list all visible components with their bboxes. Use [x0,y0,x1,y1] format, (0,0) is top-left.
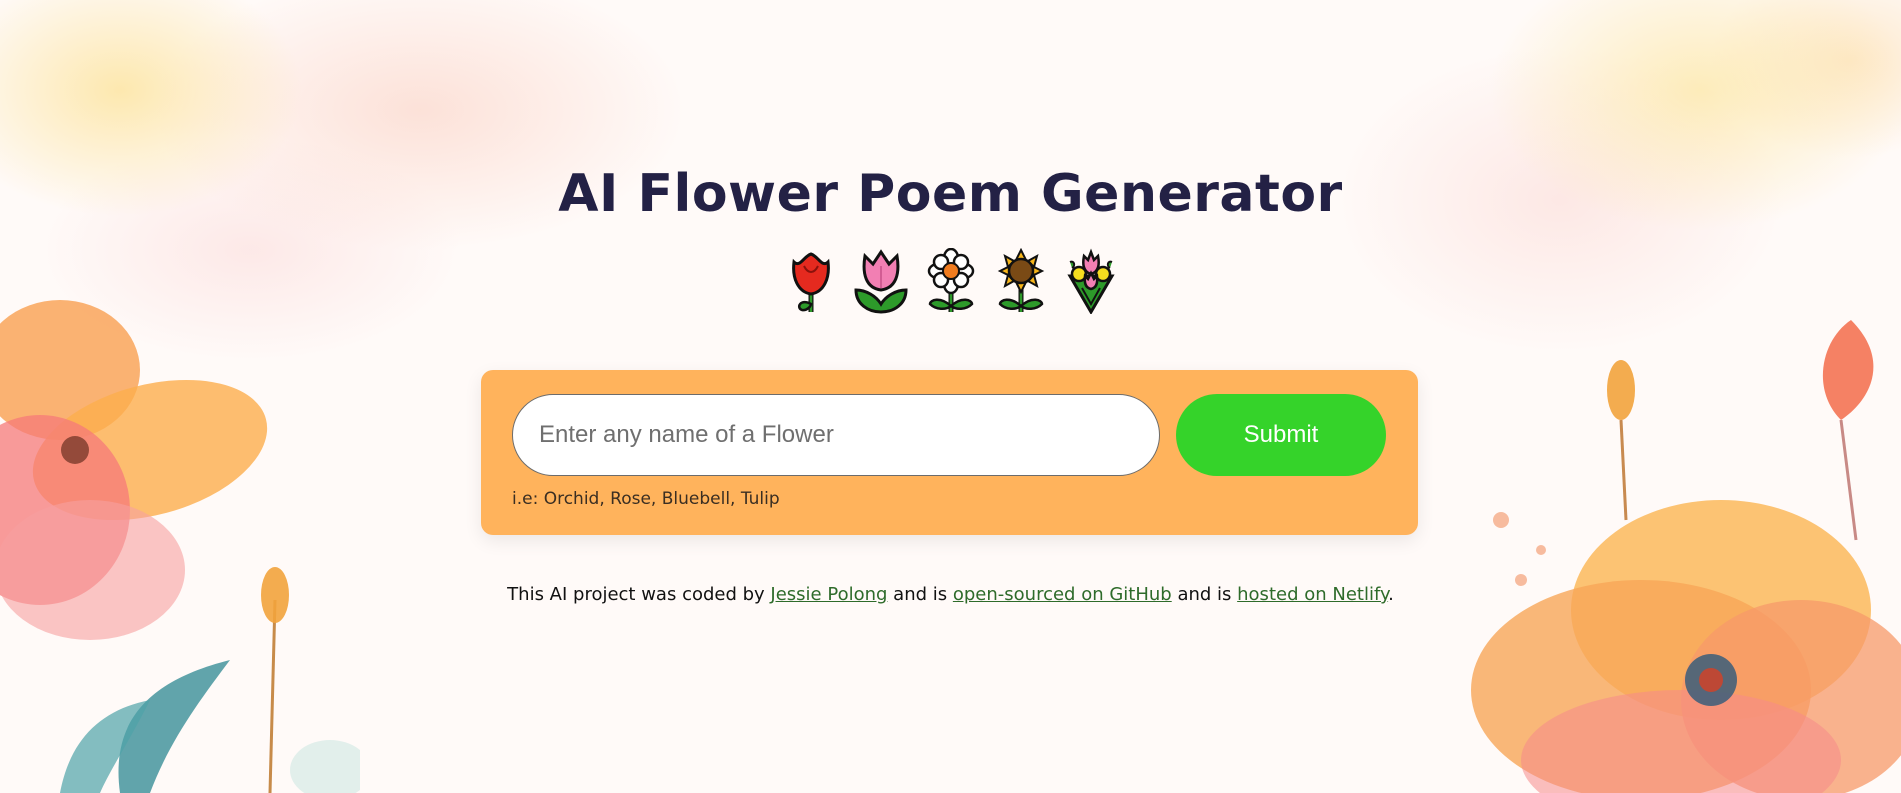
submit-button[interactable]: Submit [1176,394,1386,476]
tulip-icon [852,248,910,314]
page-title: AI Flower Poem Generator [558,164,1343,224]
flower-name-input[interactable] [512,394,1160,476]
sunflower-icon [992,247,1050,314]
footer: This AI project was coded by Jessie Polo… [0,584,1901,605]
author-link[interactable]: Jessie Polong [770,584,887,605]
flower-emoji-row [0,247,1901,315]
rose-icon [782,248,840,314]
footer-text-end: . [1388,584,1394,605]
bouquet-icon [1062,248,1120,315]
input-hint: i.e: Orchid, Rose, Bluebell, Tulip [512,489,780,509]
netlify-link[interactable]: hosted on Netlify [1237,584,1388,605]
footer-text-middle-2: and is [1171,584,1238,605]
github-link[interactable]: open-sourced on GitHub [953,584,1172,605]
footer-text-before: This AI project was coded by [507,584,771,605]
poem-form: Submit i.e: Orchid, Rose, Bluebell, Tuli… [481,370,1418,535]
blossom-icon [922,247,980,314]
footer-text-middle-1: and is [887,584,953,605]
